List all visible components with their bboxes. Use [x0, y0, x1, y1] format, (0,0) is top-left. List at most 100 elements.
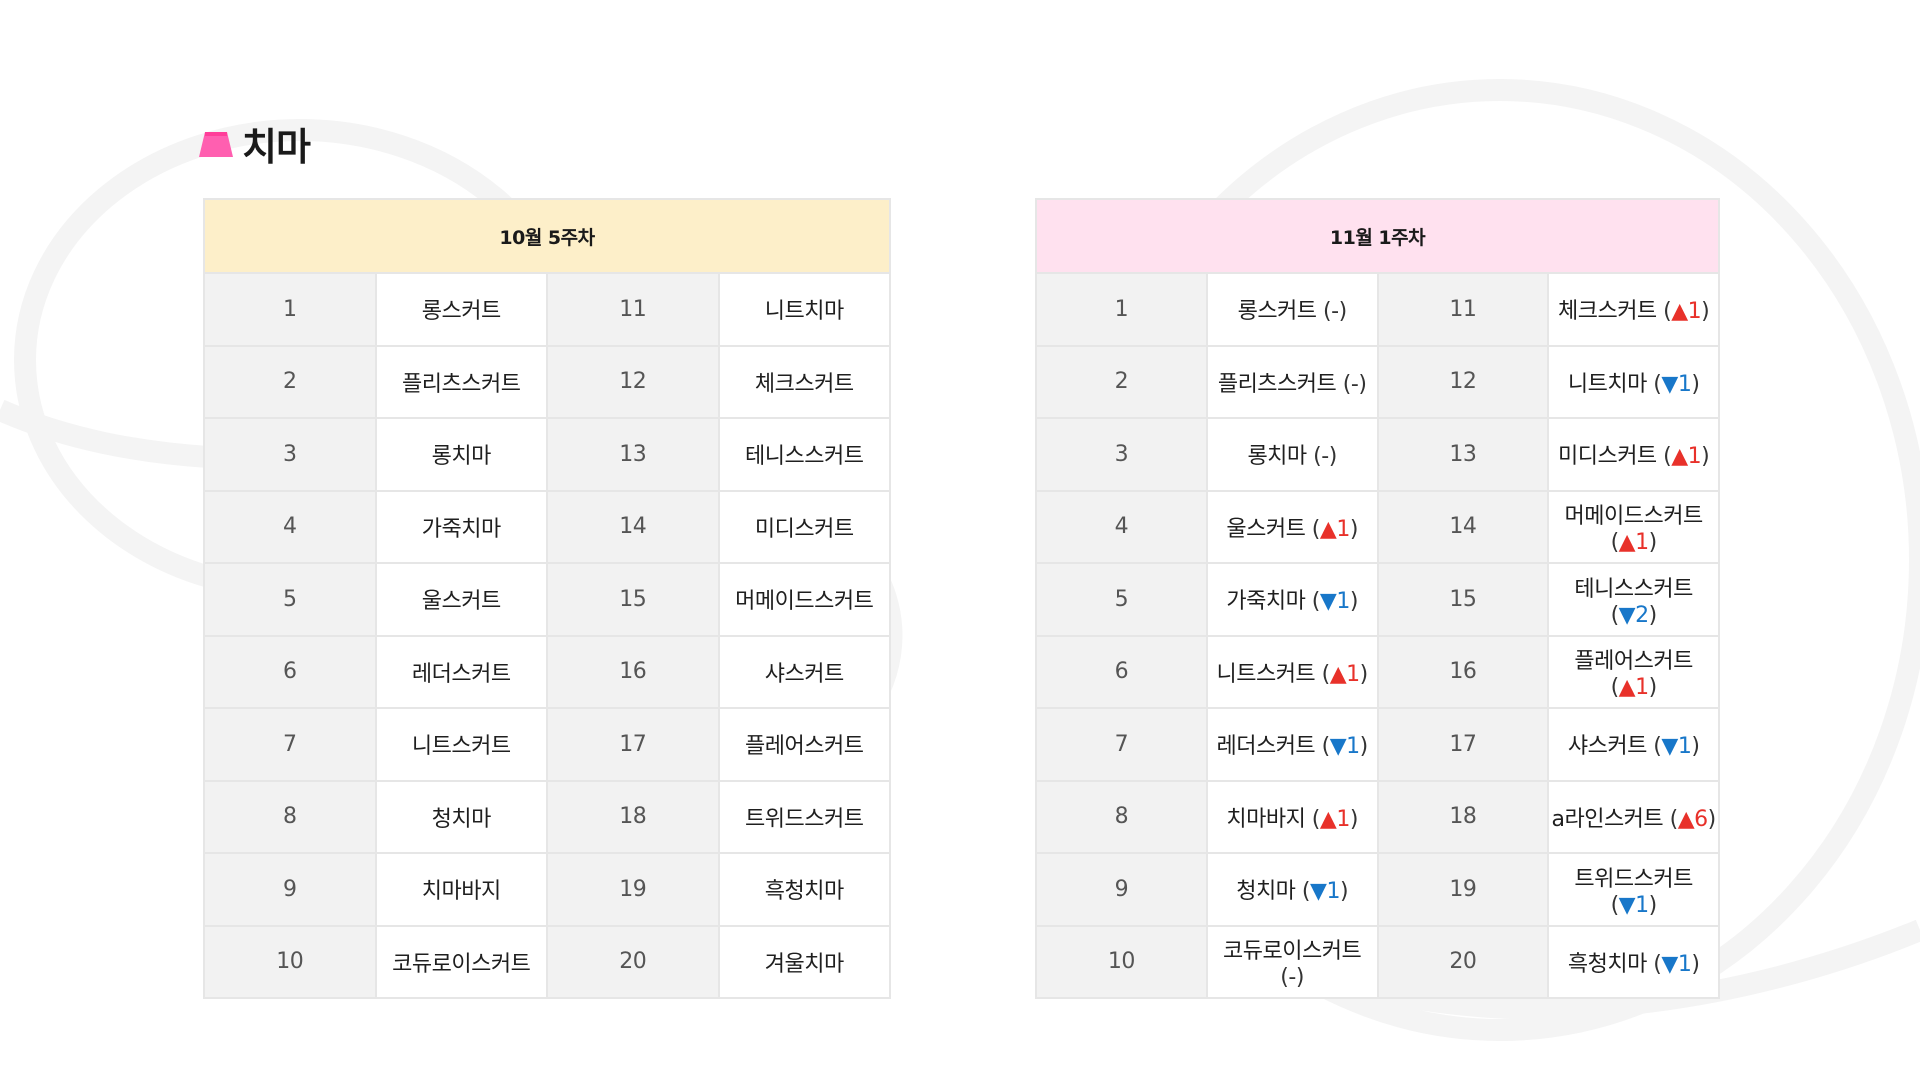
rank-number: 19 — [546, 852, 720, 927]
keyword-name: 니트치마 — [764, 299, 844, 325]
rank-number: 9 — [1035, 852, 1208, 927]
keyword-name: 코듀로이스커트 — [1223, 939, 1362, 965]
keyword-cell: 플레어스커트 (▲1) — [1547, 634, 1720, 709]
keyword-name: 흑청치마 — [764, 879, 844, 905]
rank-number: 7 — [1035, 707, 1208, 782]
paren-close: ) — [1701, 444, 1710, 470]
keyword-name: 치마바지 — [421, 879, 501, 905]
table-row: 2 플리츠스커트 (-) 12 니트치마 (▼1) — [1035, 344, 1720, 419]
rank-number: 7 — [203, 707, 377, 782]
keyword-name: 미디스커트 — [1557, 444, 1657, 470]
keyword-cell: 샤스커트 — [717, 634, 891, 709]
table-row: 7 니트스커트 17 플레어스커트 — [203, 707, 891, 782]
table-row: 4 울스커트 (▲1) 14 머메이드스커트 (▲1) — [1035, 489, 1720, 564]
rank-number: 17 — [1376, 707, 1550, 782]
table-row: 3 롱치마 13 테니스스커트 — [203, 417, 891, 492]
rank-number: 15 — [546, 562, 720, 637]
rank-change-value: 1 — [1687, 299, 1702, 325]
rank-number: 14 — [546, 489, 720, 564]
rank-number: 6 — [203, 634, 377, 709]
keyword-name: 체크스커트 — [1557, 299, 1657, 325]
keyword-cell: a라인스커트 (▲6) — [1547, 779, 1720, 854]
rank-number: 11 — [546, 272, 720, 347]
keyword-cell: 머메이드스커트 — [717, 562, 891, 637]
keyword-name: 테니스스커트 — [1574, 576, 1693, 602]
rank-down-icon: ▼ — [1310, 879, 1327, 905]
rank-change-value: 6 — [1694, 806, 1708, 832]
rank-up-icon: ▲ — [1618, 530, 1636, 556]
paren-open: ( — [1306, 444, 1322, 470]
keyword-cell: 니트스커트 — [374, 707, 548, 782]
keyword-cell: 롱스커트 — [374, 272, 548, 347]
keyword-cell: 흑청치마 (▼1) — [1547, 924, 1720, 999]
keyword-name: 플레어스커트 — [1574, 649, 1693, 675]
keyword-name: 플리츠스커트 — [1217, 371, 1337, 397]
paren-open: ( — [1610, 892, 1620, 918]
keyword-name: 트위드스커트 — [745, 806, 864, 832]
table-row: 9 치마바지 19 흑청치마 — [203, 852, 891, 927]
keyword-cell: 치마바지 (▲1) — [1205, 779, 1379, 854]
keyword-name: 청치마 — [1236, 879, 1296, 905]
table-row: 7 레더스커트 (▼1) 17 샤스커트 (▼1) — [1035, 707, 1720, 782]
keyword-cell: 레더스커트 (▼1) — [1205, 707, 1379, 782]
table-row: 5 울스커트 15 머메이드스커트 — [203, 562, 891, 637]
paren-close: ) — [1707, 806, 1717, 832]
rank-number: 11 — [1376, 272, 1550, 347]
keyword-cell: 머메이드스커트 (▲1) — [1547, 489, 1720, 564]
paren-close: ) — [1648, 675, 1658, 701]
table-row: 4 가죽치마 14 미디스커트 — [203, 489, 891, 564]
paren-open: ( — [1656, 444, 1672, 470]
table-row: 1 롱스커트 (-) 11 체크스커트 (▲1) — [1035, 272, 1720, 347]
keyword-cell: 플리츠스커트 — [374, 344, 548, 419]
paren-close: ) — [1349, 806, 1359, 832]
rank-change-value: 1 — [1336, 589, 1350, 615]
keyword-name: 흑청치마 — [1567, 951, 1647, 977]
ranking-table-nov-week1: 11월 1주차 1 롱스커트 (-) 11 체크스커트 (▲1) 2 플리츠스커트 (-)… — [1035, 198, 1720, 999]
rank-number: 8 — [1035, 779, 1208, 854]
paren-open: ( — [1316, 299, 1332, 325]
rank-number: 6 — [1035, 634, 1208, 709]
rank-change-value: 1 — [1635, 892, 1649, 918]
keyword-name: 니트스커트 — [1216, 661, 1316, 687]
paren-close: ) — [1691, 371, 1700, 397]
keyword-name: 롱치마 — [1247, 444, 1307, 470]
keyword-cell: 트위드스커트 (▼1) — [1547, 852, 1720, 927]
rank-up-icon: ▲ — [1677, 806, 1695, 832]
paren-open: ( — [1610, 602, 1620, 628]
table-row: 8 청치마 18 트위드스커트 — [203, 779, 891, 854]
keyword-name: 가죽치마 — [1226, 589, 1306, 615]
rank-number: 15 — [1376, 562, 1550, 637]
keyword-name: 롱스커트 — [1237, 299, 1317, 325]
keyword-cell: 울스커트 (▲1) — [1205, 489, 1379, 564]
keyword-cell: 테니스스커트 — [717, 417, 891, 492]
keyword-cell: 흑청치마 — [717, 852, 891, 927]
paren-close: ) — [1358, 371, 1367, 397]
rank-number: 19 — [1376, 852, 1550, 927]
rank-number: 4 — [1035, 489, 1208, 564]
keyword-name: 레더스커트 — [411, 661, 511, 687]
keyword-cell: 울스커트 — [374, 562, 548, 637]
paren-close: ) — [1648, 892, 1658, 918]
rank-down-icon: ▼ — [1329, 734, 1347, 760]
table-row: 10 코듀로이스커트 (-) 20 흑청치마 (▼1) — [1035, 924, 1720, 999]
keyword-cell: 트위드스커트 — [717, 779, 891, 854]
paren-open: ( — [1305, 516, 1321, 542]
table-row: 5 가죽치마 (▼1) 15 테니스스커트 (▼2) — [1035, 562, 1720, 637]
rank-number: 16 — [546, 634, 720, 709]
keyword-name: 플리츠스커트 — [402, 371, 521, 397]
keyword-name: 청치마 — [431, 806, 492, 832]
keyword-name: 치마바지 — [1226, 806, 1306, 832]
rank-number: 16 — [1376, 634, 1550, 709]
paren-close: ) — [1701, 299, 1710, 325]
rank-number: 13 — [546, 417, 720, 492]
rank-up-icon: ▲ — [1618, 675, 1636, 701]
table-row: 10 코듀로이스커트 20 겨울치마 — [203, 924, 891, 999]
rank-change-value: 1 — [1687, 444, 1702, 470]
ranking-table-oct-week5: 10월 5주차 1 롱스커트 11 니트치마 2 플리츠스커트 12 체크스커트 3 롱치마 13 테… — [203, 198, 891, 999]
keyword-cell: 니트치마 — [717, 272, 891, 347]
rank-down-icon: ▼ — [1319, 589, 1337, 615]
rank-change-value: 1 — [1346, 661, 1360, 687]
keyword-cell: 니트스커트 (▲1) — [1205, 634, 1379, 709]
keyword-name: 롱치마 — [431, 444, 492, 470]
paren-close: ) — [1328, 444, 1338, 470]
